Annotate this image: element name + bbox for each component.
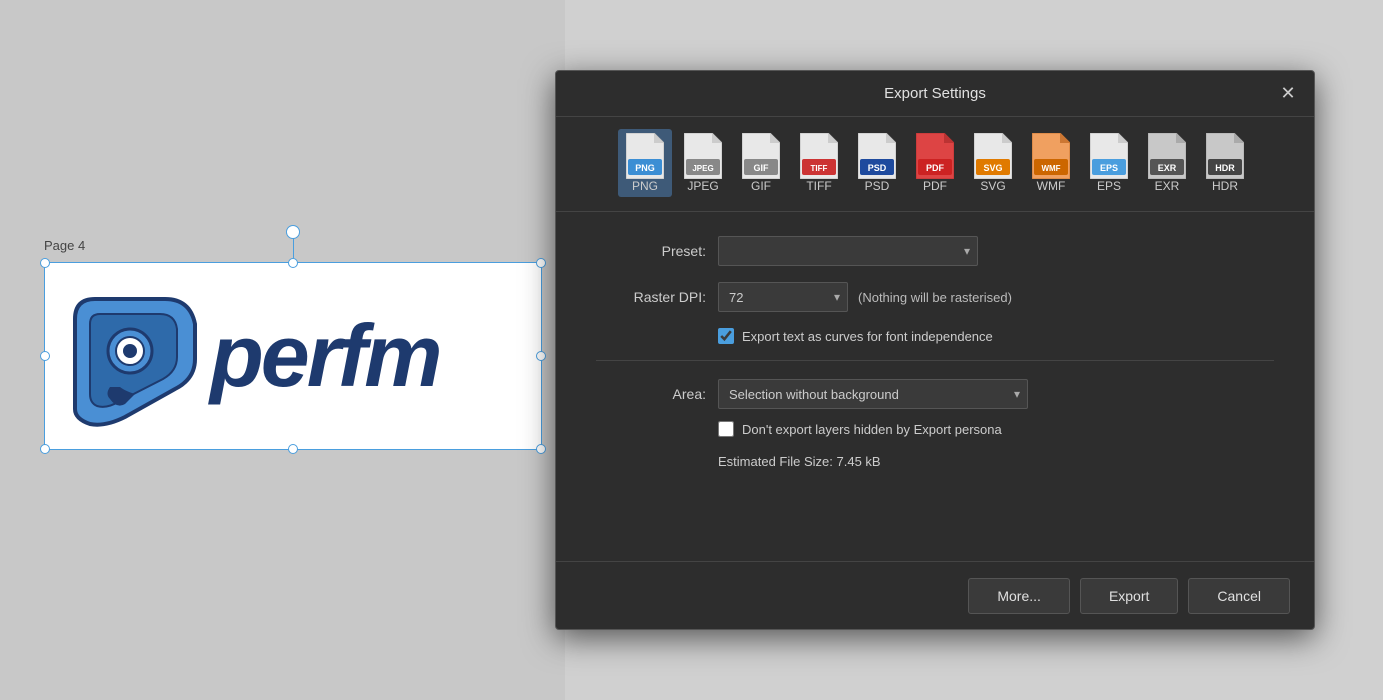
png-icon: PNG <box>626 133 664 179</box>
logo-icon <box>55 279 205 434</box>
preset-label: Preset: <box>596 243 706 259</box>
psd-icon: PSD <box>858 133 896 179</box>
format-exr[interactable]: EXR EXR <box>1140 129 1194 197</box>
svg-text:WMF: WMF <box>1041 164 1060 173</box>
area-label: Area: <box>596 386 706 402</box>
dialog-titlebar: Export Settings ✕ <box>556 71 1314 117</box>
eps-label: EPS <box>1097 179 1121 193</box>
preset-row: Preset: <box>596 236 1274 266</box>
jpeg-label: JPEG <box>687 179 718 193</box>
page-label: Page 4 <box>44 238 85 253</box>
pdf-label: PDF <box>923 179 947 193</box>
jpeg-icon: JPEG <box>684 133 722 179</box>
hdr-icon: HDR <box>1206 133 1244 179</box>
canvas-area: Page 4 perfm <box>0 0 565 700</box>
format-tiff[interactable]: TIFF TIFF <box>792 129 846 197</box>
svg-text:PNG: PNG <box>635 163 655 173</box>
divider <box>596 360 1274 361</box>
svg-text:GIF: GIF <box>754 163 770 173</box>
gif-label: GIF <box>751 179 771 193</box>
estimated-size-value: 7.45 kB <box>837 454 881 469</box>
svg-text:TIFF: TIFF <box>811 164 828 173</box>
eps-icon: EPS <box>1090 133 1128 179</box>
dialog-buttons: More... Export Cancel <box>556 561 1314 629</box>
export-settings-dialog: Export Settings ✕ PNG PNG JPEG JPEG <box>555 70 1315 630</box>
svg-text:SVG: SVG <box>983 163 1002 173</box>
format-pdf[interactable]: PDF PDF <box>908 129 962 197</box>
cancel-button[interactable]: Cancel <box>1188 578 1290 614</box>
dialog-content: Preset: Raster DPI: 72 96 150 300 <box>556 212 1314 499</box>
exr-label: EXR <box>1155 179 1180 193</box>
svg-text:JPEG: JPEG <box>692 164 713 173</box>
exr-icon: EXR <box>1148 133 1186 179</box>
export-button[interactable]: Export <box>1080 578 1178 614</box>
svg-text:HDR: HDR <box>1215 163 1235 173</box>
svg-icon: SVG <box>974 133 1012 179</box>
format-eps[interactable]: EPS EPS <box>1082 129 1136 197</box>
close-button[interactable]: ✕ <box>1274 80 1302 108</box>
area-select[interactable]: Selection without background Whole docum… <box>718 379 1028 409</box>
raster-dpi-row: Raster DPI: 72 96 150 300 (Nothing will … <box>596 282 1274 312</box>
dialog-title: Export Settings <box>884 85 986 102</box>
pdf-icon: PDF <box>916 133 954 179</box>
dont-export-layers-label: Don't export layers hidden by Export per… <box>742 422 1002 437</box>
format-psd[interactable]: PSD PSD <box>850 129 904 197</box>
wmf-icon: WMF <box>1032 133 1070 179</box>
file-size-row: Estimated File Size: 7.45 kB <box>718 453 1274 471</box>
file-size-text: Estimated File Size: 7.45 kB <box>718 454 881 469</box>
wmf-label: WMF <box>1037 179 1066 193</box>
area-select-wrapper: Selection without background Whole docum… <box>718 379 1028 409</box>
dpi-select[interactable]: 72 96 150 300 <box>718 282 848 312</box>
dont-export-layers-checkbox[interactable] <box>718 421 734 437</box>
format-wmf[interactable]: WMF WMF <box>1024 129 1078 197</box>
gif-icon: GIF <box>742 133 780 179</box>
area-row: Area: Selection without background Whole… <box>596 379 1274 409</box>
selection-box: perfm <box>44 262 542 450</box>
format-png[interactable]: PNG PNG <box>618 129 672 197</box>
format-icons-area: PNG PNG JPEG JPEG GIF GIF <box>556 117 1314 212</box>
format-jpeg[interactable]: JPEG JPEG <box>676 129 730 197</box>
format-gif[interactable]: GIF GIF <box>734 129 788 197</box>
raster-dpi-controls: 72 96 150 300 (Nothing will be rasterise… <box>718 282 1012 312</box>
logo-text: perfm <box>210 312 440 400</box>
svg-text:EPS: EPS <box>1100 163 1118 173</box>
format-hdr[interactable]: HDR HDR <box>1198 129 1252 197</box>
dpi-select-wrapper: 72 96 150 300 <box>718 282 848 312</box>
svg-text:PDF: PDF <box>926 163 945 173</box>
preset-select-wrapper <box>718 236 978 266</box>
estimated-size-label: Estimated File Size: <box>718 454 833 469</box>
svg-text:PSD: PSD <box>868 163 887 173</box>
export-text-curves-row: Export text as curves for font independe… <box>718 328 1274 344</box>
preset-select[interactable] <box>718 236 978 266</box>
tiff-icon: TIFF <box>800 133 838 179</box>
hdr-label: HDR <box>1212 179 1238 193</box>
tiff-label: TIFF <box>806 179 831 193</box>
logo-container: perfm <box>45 263 541 449</box>
more-button[interactable]: More... <box>968 578 1070 614</box>
export-text-curves-checkbox[interactable] <box>718 328 734 344</box>
raster-dpi-label: Raster DPI: <box>596 289 706 305</box>
psd-label: PSD <box>865 179 890 193</box>
raster-hint: (Nothing will be rasterised) <box>858 290 1012 305</box>
dont-export-layers-row: Don't export layers hidden by Export per… <box>718 421 1274 437</box>
rotate-handle[interactable] <box>286 225 300 239</box>
png-label: PNG <box>632 179 658 193</box>
export-text-curves-label: Export text as curves for font independe… <box>742 329 993 344</box>
svg-text:EXR: EXR <box>1158 163 1177 173</box>
format-svg[interactable]: SVG SVG <box>966 129 1020 197</box>
svg-label: SVG <box>980 179 1005 193</box>
